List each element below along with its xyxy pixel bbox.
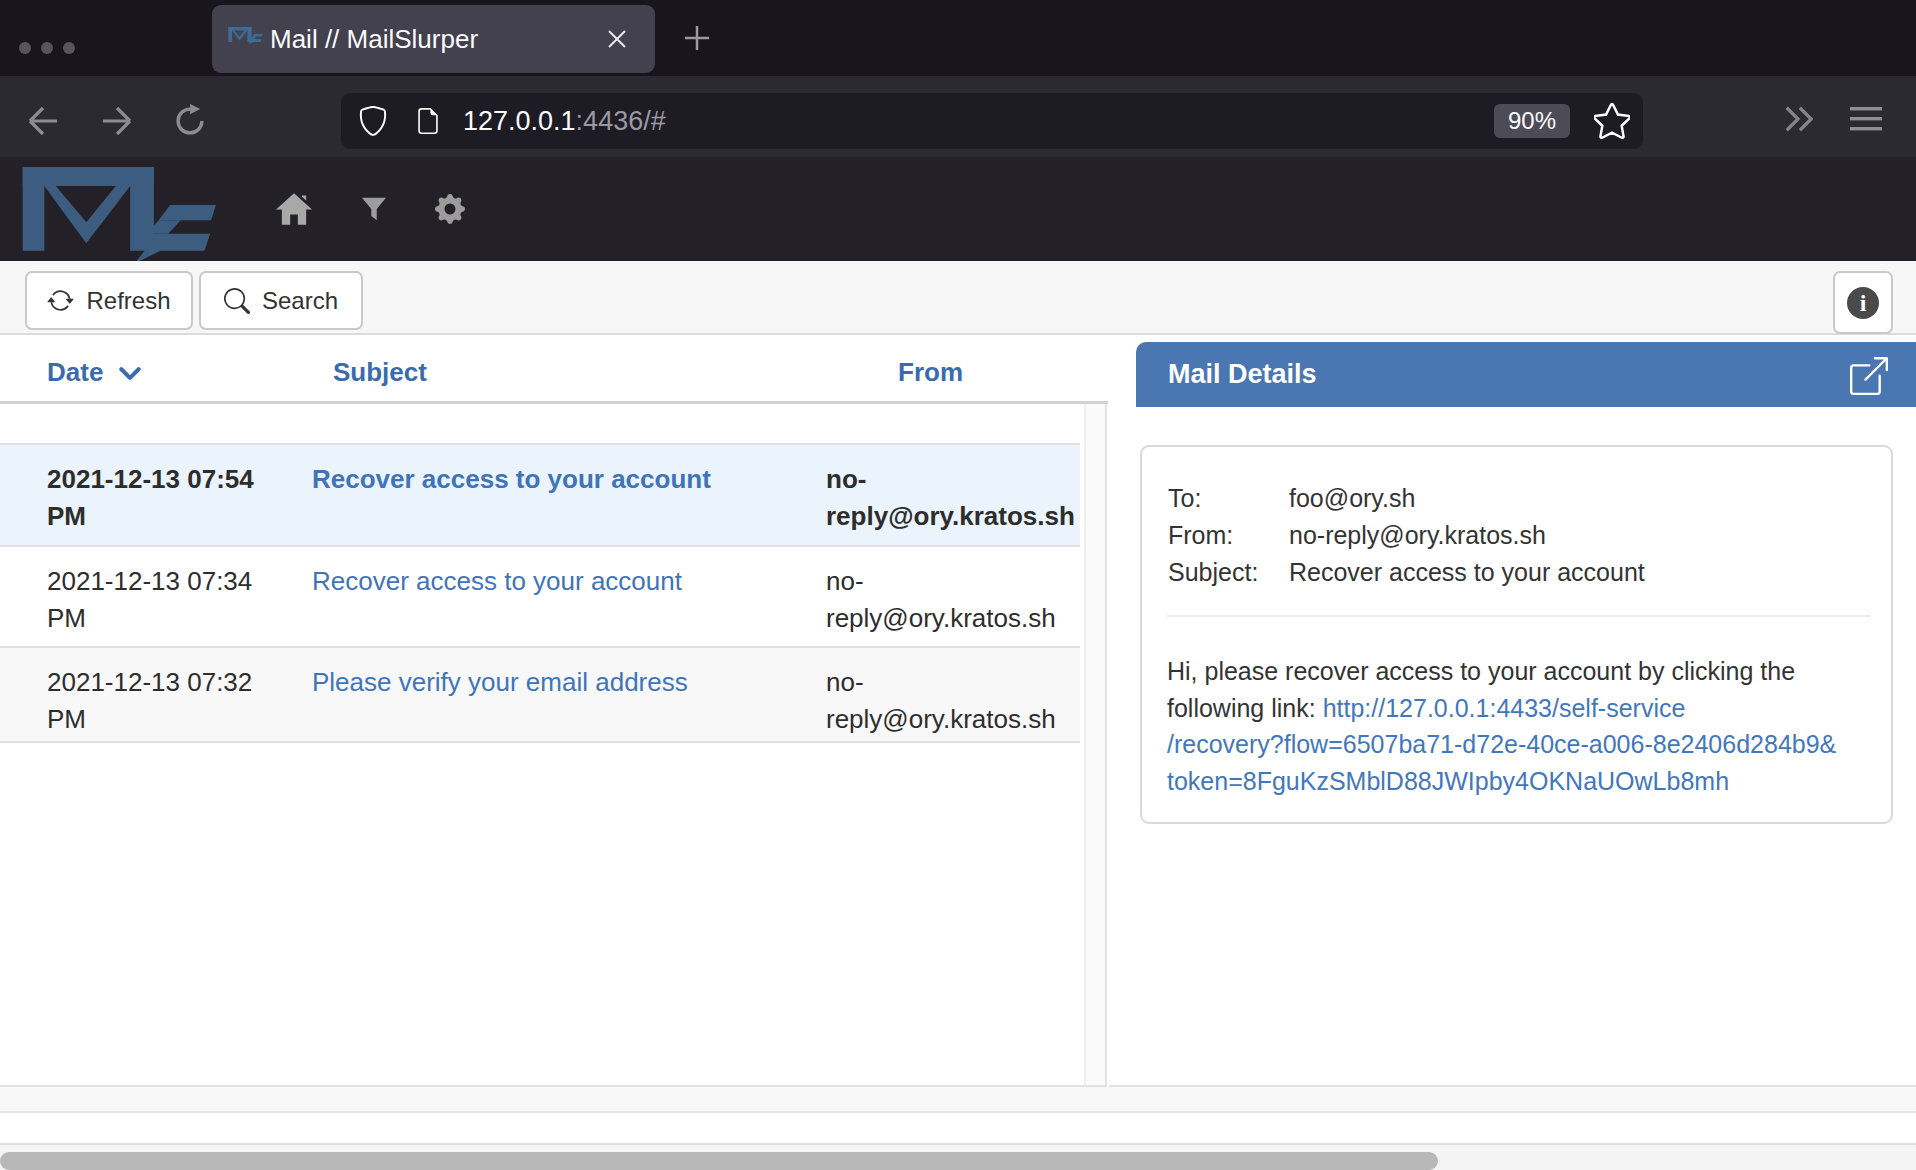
from-label: From:: [1168, 517, 1258, 554]
window-control-dot[interactable]: [19, 42, 31, 54]
mail-subject-link[interactable]: Recover access to your account: [312, 547, 792, 646]
mail-subject-link[interactable]: Recover access to your account: [312, 445, 792, 545]
overflow-chevrons-icon[interactable]: [1783, 104, 1813, 134]
mail-list-row[interactable]: 2021-12-13 07:34 PM Recover access to yo…: [0, 547, 1080, 648]
panes-footer-strip: [0, 1087, 1916, 1113]
app-toolbar: Refresh Search i: [0, 261, 1916, 335]
search-label: Search: [262, 287, 338, 315]
mail-date: 2021-12-13 07:32 PM: [47, 648, 277, 741]
mail-from: no-reply@ory.kratos.sh: [826, 547, 1068, 646]
browser-tab[interactable]: Mail // MailSlurper: [212, 5, 655, 73]
refresh-button[interactable]: Refresh: [25, 271, 193, 330]
tab-close-icon[interactable]: [606, 28, 628, 50]
mail-details-header: Mail Details: [1136, 342, 1916, 407]
settings-button[interactable]: [435, 157, 465, 261]
details-divider: [1167, 615, 1871, 617]
column-header-from[interactable]: From: [898, 357, 963, 388]
mail-from: no-reply@ory.kratos.sh: [826, 445, 1068, 545]
reload-button[interactable]: [172, 103, 208, 139]
list-header-divider: [0, 401, 1108, 404]
url-text[interactable]: 127.0.0.1:4436/#: [463, 106, 666, 137]
zoom-level-badge[interactable]: 90%: [1494, 104, 1570, 138]
filter-button[interactable]: [362, 157, 386, 261]
window-control-dot[interactable]: [63, 42, 75, 54]
mailslurper-logo: [22, 167, 223, 268]
back-button[interactable]: [26, 105, 60, 137]
home-button[interactable]: [276, 157, 312, 261]
browser-window: Mail // MailSlurper 127.0.0.1:4436/# 90%: [0, 0, 1916, 1170]
from-value: no-reply@ory.kratos.sh: [1289, 517, 1645, 554]
shield-icon[interactable]: [358, 105, 388, 137]
mail-date: 2021-12-13 07:54 PM: [47, 445, 277, 545]
forward-button[interactable]: [100, 105, 134, 137]
refresh-icon: [47, 287, 74, 314]
open-external-icon[interactable]: [1850, 357, 1888, 395]
search-button[interactable]: Search: [199, 271, 363, 330]
bookmark-star-icon[interactable]: [1594, 103, 1630, 139]
mail-body-text: Hi, please recover access to your accoun…: [1167, 653, 1873, 799]
mail-from: no-reply@ory.kratos.sh: [826, 648, 1068, 741]
menu-hamburger-icon[interactable]: [1850, 106, 1882, 132]
sort-descending-icon: [119, 367, 141, 381]
list-pane-border: [1105, 404, 1107, 1113]
mail-list-row[interactable]: 2021-12-13 07:32 PM Please verify your e…: [0, 648, 1080, 743]
page-icon[interactable]: [415, 106, 441, 136]
info-icon: i: [1847, 287, 1879, 319]
url-bar[interactable]: 127.0.0.1:4436/# 90%: [341, 93, 1643, 149]
column-header-date[interactable]: Date: [47, 357, 141, 388]
to-value: foo@ory.sh: [1289, 480, 1645, 517]
column-header-subject[interactable]: Subject: [333, 357, 427, 388]
subject-label: Subject:: [1168, 554, 1258, 591]
subject-value: Recover access to your account: [1289, 554, 1645, 591]
mail-date: 2021-12-13 07:34 PM: [47, 547, 277, 646]
browser-tab-bar: Mail // MailSlurper: [0, 0, 1916, 76]
mail-list-row[interactable]: 2021-12-13 07:54 PM Recover access to yo…: [0, 443, 1080, 547]
horizontal-scrollbar-track[interactable]: [0, 1143, 1916, 1170]
mail-details-card: To: From: Subject: foo@ory.sh no-reply@o…: [1140, 445, 1893, 824]
to-label: To:: [1168, 480, 1258, 517]
refresh-label: Refresh: [86, 287, 170, 315]
mail-subject-link[interactable]: Please verify your email address: [312, 648, 792, 741]
mailslurper-header: [0, 157, 1916, 261]
horizontal-scrollbar-thumb[interactable]: [0, 1152, 1438, 1170]
list-scrollbar-track[interactable]: [1084, 404, 1106, 1113]
search-icon: [224, 288, 250, 314]
info-button[interactable]: i: [1833, 271, 1893, 334]
new-tab-button[interactable]: [683, 24, 711, 52]
browser-nav-bar: 127.0.0.1:4436/# 90%: [0, 76, 1916, 157]
window-control-dot[interactable]: [41, 42, 53, 54]
mailslurper-favicon: [228, 27, 264, 45]
tab-title: Mail // MailSlurper: [270, 5, 478, 73]
mail-details-title: Mail Details: [1168, 342, 1317, 407]
